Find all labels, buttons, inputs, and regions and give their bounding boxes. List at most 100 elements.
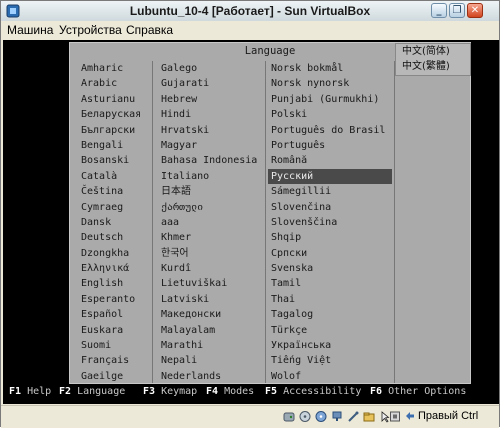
- language-column-2: Galego Gujarati Hebrew Hindi Hrvatski Magyar B…: [158, 61, 263, 384]
- column-divider: [394, 61, 395, 383]
- fkey-f2[interactable]: F2 Language: [59, 386, 125, 397]
- language-option[interactable]: Tamil: [268, 276, 392, 291]
- fkey-f1[interactable]: F1 Help: [9, 386, 51, 397]
- fkey-key: F1: [9, 386, 22, 397]
- language-option[interactable]: Tiếng Việt: [268, 353, 392, 368]
- language-option[interactable]: Slovenščina: [268, 215, 392, 230]
- language-option[interactable]: Português: [268, 138, 392, 153]
- menu-devices[interactable]: Устройства: [59, 23, 122, 37]
- close-button[interactable]: ✕: [467, 3, 483, 18]
- language-option[interactable]: 中文(简体): [396, 44, 470, 59]
- fkey-f6[interactable]: F6 Other Options: [370, 386, 466, 397]
- language-option[interactable]: Khmer: [158, 230, 263, 245]
- language-option[interactable]: 中文(繁體): [396, 59, 470, 74]
- language-option[interactable]: Tagalog: [268, 307, 392, 322]
- language-option[interactable]: Marathi: [158, 338, 263, 353]
- language-option[interactable]: Italiano: [158, 169, 263, 184]
- language-option[interactable]: Polski: [268, 107, 392, 122]
- language-option[interactable]: Suomi: [78, 338, 150, 353]
- fkey-f3[interactable]: F3 Keymap: [143, 386, 197, 397]
- language-option[interactable]: ааа: [158, 215, 263, 230]
- language-option[interactable]: Български: [78, 123, 150, 138]
- language-option[interactable]: Svenska: [268, 261, 392, 276]
- language-option[interactable]: Čeština: [78, 184, 150, 199]
- floppy-icon[interactable]: [315, 410, 327, 423]
- language-option[interactable]: Nederlands: [158, 369, 263, 384]
- language-option[interactable]: Türkçe: [268, 323, 392, 338]
- fkey-label: Modes: [224, 386, 255, 397]
- language-option[interactable]: Latviski: [158, 292, 263, 307]
- fkey-label: Other Options: [388, 386, 467, 397]
- fkey-key: F5: [265, 386, 278, 397]
- status-bar: Правый Ctrl: [1, 405, 499, 428]
- vm-screen[interactable]: Language Amharic Arabic Asturianu Беларуска…: [3, 40, 499, 404]
- language-option[interactable]: Bahasa Indonesia: [158, 153, 263, 168]
- language-option[interactable]: Asturianu: [78, 92, 150, 107]
- host-key-arrow-icon: [406, 412, 414, 420]
- language-option[interactable]: Norsk nynorsk: [268, 76, 392, 91]
- language-option[interactable]: Esperanto: [78, 292, 150, 307]
- fkey-key: F6: [370, 386, 383, 397]
- network-icon[interactable]: [331, 410, 343, 423]
- cd-drive-icon[interactable]: [299, 410, 311, 423]
- usb-icon[interactable]: [347, 410, 359, 423]
- language-option[interactable]: Shqip: [268, 230, 392, 245]
- menu-help[interactable]: Справка: [126, 23, 173, 37]
- language-option[interactable]: Беларуская: [78, 107, 150, 122]
- language-option[interactable]: Română: [268, 153, 392, 168]
- hard-disk-icon[interactable]: [283, 410, 295, 423]
- restore-icon: ❐: [452, 5, 462, 16]
- language-option[interactable]: Ελληνικά: [78, 261, 150, 276]
- language-option[interactable]: Português do Brasil: [268, 123, 392, 138]
- language-option[interactable]: Español: [78, 307, 150, 322]
- title-bar[interactable]: Lubuntu_10-4 [Работает] - Sun VirtualBox…: [1, 1, 499, 22]
- language-option[interactable]: Македонски: [158, 307, 263, 322]
- language-option[interactable]: Sámegillii: [268, 184, 392, 199]
- language-option[interactable]: Malayalam: [158, 323, 263, 338]
- fkey-f4[interactable]: F4 Modes: [206, 386, 254, 397]
- language-option[interactable]: Bengali: [78, 138, 150, 153]
- language-option[interactable]: Català: [78, 169, 150, 184]
- language-option[interactable]: Norsk bokmål: [268, 61, 392, 76]
- language-option[interactable]: Українська: [268, 338, 392, 353]
- language-option[interactable]: Bosanski: [78, 153, 150, 168]
- virtualization-icon: [390, 411, 400, 422]
- language-option[interactable]: Magyar: [158, 138, 263, 153]
- language-option[interactable]: Hindi: [158, 107, 263, 122]
- minimize-button[interactable]: _: [431, 3, 447, 18]
- function-key-bar: F1 Help F2 Language F3 Keymap F4 Modes F5 Ac…: [9, 386, 499, 400]
- language-option[interactable]: Gaeilge: [78, 369, 150, 384]
- language-option[interactable]: Српски: [268, 246, 392, 261]
- language-option[interactable]: Hebrew: [158, 92, 263, 107]
- language-option[interactable]: Hrvatski: [158, 123, 263, 138]
- language-option[interactable]: Français: [78, 353, 150, 368]
- language-option[interactable]: Euskara: [78, 323, 150, 338]
- language-option[interactable]: English: [78, 276, 150, 291]
- shared-folders-icon[interactable]: [363, 410, 375, 423]
- window-title: Lubuntu_10-4 [Работает] - Sun VirtualBox: [129, 4, 371, 18]
- minimize-icon: _: [436, 5, 442, 16]
- language-option[interactable]: Amharic: [78, 61, 150, 76]
- language-option[interactable]: Nepali: [158, 353, 263, 368]
- language-option[interactable]: Kurdî: [158, 261, 263, 276]
- language-option[interactable]: 한국어: [158, 246, 263, 261]
- menu-machine[interactable]: Машина: [7, 23, 53, 37]
- restore-button[interactable]: ❐: [449, 3, 465, 18]
- language-option[interactable]: Thai: [268, 292, 392, 307]
- language-option[interactable]: Punjabi (Gurmukhi): [268, 92, 392, 107]
- language-option[interactable]: Galego: [158, 61, 263, 76]
- language-option[interactable]: Arabic: [78, 76, 150, 91]
- fkey-f5[interactable]: F5 Accessibility: [265, 386, 361, 397]
- column-divider: [265, 61, 266, 383]
- language-option[interactable]: Cymraeg: [78, 200, 150, 215]
- language-option[interactable]: Dansk: [78, 215, 150, 230]
- language-option[interactable]: Wolof: [268, 369, 392, 384]
- language-option[interactable]: Lietuviškai: [158, 276, 263, 291]
- language-option-selected[interactable]: Русский: [268, 168, 392, 185]
- language-option[interactable]: Dzongkha: [78, 246, 150, 261]
- language-option[interactable]: ქართული: [158, 200, 263, 215]
- language-option[interactable]: Slovenčina: [268, 200, 392, 215]
- language-option[interactable]: Gujarati: [158, 76, 263, 91]
- language-option[interactable]: 日本語: [158, 184, 263, 199]
- language-option[interactable]: Deutsch: [78, 230, 150, 245]
